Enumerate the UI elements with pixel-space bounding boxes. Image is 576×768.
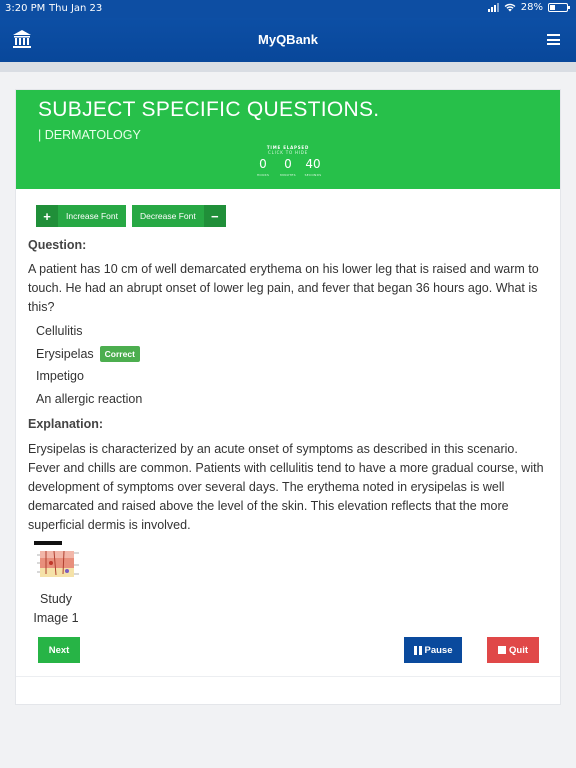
app-header: MyQBank [0,18,576,62]
minus-icon: − [203,205,226,227]
next-button[interactable]: Next [38,637,80,663]
decrease-font-label: Decrease Font [139,211,196,221]
subject-banner: SUBJECT SPECIFIC QUESTIONS. | DERMATOLOG… [16,90,560,189]
font-size-controls: + Increase Font Decrease Font − [36,205,226,227]
timer-hours-label: HOURS [256,173,270,177]
answer-option[interactable]: Impetigo [36,365,142,388]
hamburger-menu-icon[interactable] [547,34,560,45]
status-bar: 3:20 PM Thu Jan 23 28% [0,0,576,18]
stop-icon [498,646,506,654]
answer-option[interactable]: An allergic reaction [36,388,142,411]
answer-list: Cellulitis Erysipelas Correct Impetigo An… [36,320,142,410]
elapsed-timer[interactable]: TIME ELAPSED CLICK TO HIDE 0 HOURS 0 MINUT… [248,145,328,177]
status-indicators: 28% [487,2,570,13]
header-shadow [0,62,576,72]
page-title: SUBJECT SPECIFIC QUESTIONS. [38,98,380,121]
timer-seconds: 40 [305,157,321,171]
quit-label: Quit [509,644,528,656]
explanation-text: Erysipelas is characterized by an acute … [28,442,544,532]
correct-badge: Correct [99,345,140,362]
battery-percent: 28% [520,2,543,13]
plus-icon: + [36,205,58,227]
study-image-label[interactable]: Study Image 1 [28,590,84,628]
answer-label: Cellulitis [36,324,83,339]
pause-icon [413,645,422,655]
timer-seconds-label: SECONDS [304,173,322,177]
decrease-font-button[interactable]: Decrease Font − [131,205,226,227]
answer-option[interactable]: Cellulitis [36,320,142,343]
explanation-heading: Explanation: [28,417,104,431]
skin-layers-diagram-thumbnail[interactable] [34,541,82,587]
timer-hide-hint[interactable]: CLICK TO HIDE [248,150,328,155]
increase-font-button[interactable]: + Increase Font [36,205,126,227]
increase-font-label: Increase Font [66,211,118,221]
wifi-icon [504,3,516,12]
app-title: MyQBank [258,32,318,47]
divider [16,676,560,677]
timer-minutes-label: MINUTES [280,173,296,177]
signal-icon [487,3,499,12]
quit-button[interactable]: Quit [487,637,539,663]
answer-label: Impetigo [36,369,84,384]
timer-hours: 0 [259,157,267,171]
answer-label: An allergic reaction [36,391,143,406]
status-time: 3:20 PM [5,3,46,14]
subject-label: | DERMATOLOGY [38,128,141,142]
timer-minutes: 0 [284,157,292,171]
question-heading: Question: [28,238,87,252]
question-text: A patient has 10 cm of well demarcated e… [28,262,539,314]
next-label: Next [48,644,70,656]
answer-option[interactable]: Erysipelas Correct [36,343,142,366]
battery-icon [548,3,570,12]
status-date: Thu Jan 23 [49,3,103,14]
pause-label: Pause [424,644,453,656]
pause-button[interactable]: Pause [404,637,462,663]
question-card: SUBJECT SPECIFIC QUESTIONS. | DERMATOLOG… [15,89,561,705]
answer-label: Erysipelas [36,346,94,361]
